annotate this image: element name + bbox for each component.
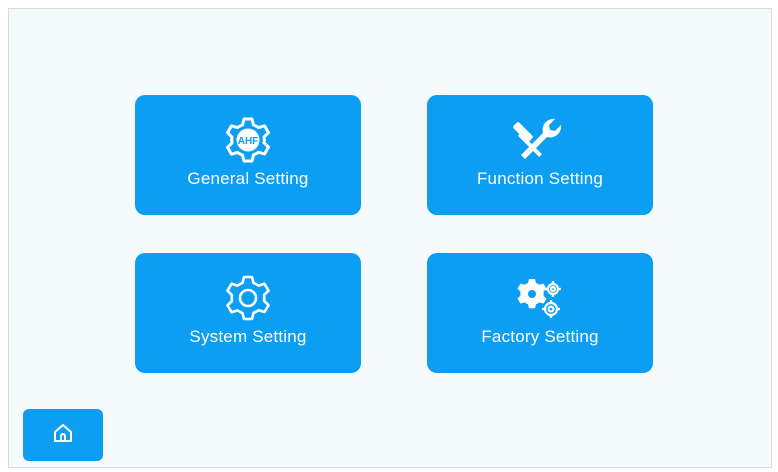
- system-setting-button[interactable]: System Setting: [135, 253, 361, 373]
- home-button[interactable]: [23, 409, 103, 461]
- settings-screen: AHF General Setting Function Setting Sys…: [8, 8, 772, 468]
- gear-outline-icon: [221, 271, 275, 325]
- gear-ahf-icon: AHF: [221, 113, 275, 167]
- system-setting-label: System Setting: [189, 327, 307, 346]
- general-setting-button[interactable]: AHF General Setting: [135, 95, 361, 215]
- gears-icon: [513, 271, 567, 325]
- factory-setting-button[interactable]: Factory Setting: [427, 253, 653, 373]
- general-setting-label: General Setting: [187, 169, 309, 188]
- home-icon: [52, 422, 74, 449]
- function-setting-button[interactable]: Function Setting: [427, 95, 653, 215]
- function-setting-label: Function Setting: [476, 169, 604, 188]
- ahf-badge-text: AHF: [238, 136, 259, 147]
- tools-icon: [513, 113, 567, 167]
- factory-setting-label: Factory Setting: [481, 327, 599, 346]
